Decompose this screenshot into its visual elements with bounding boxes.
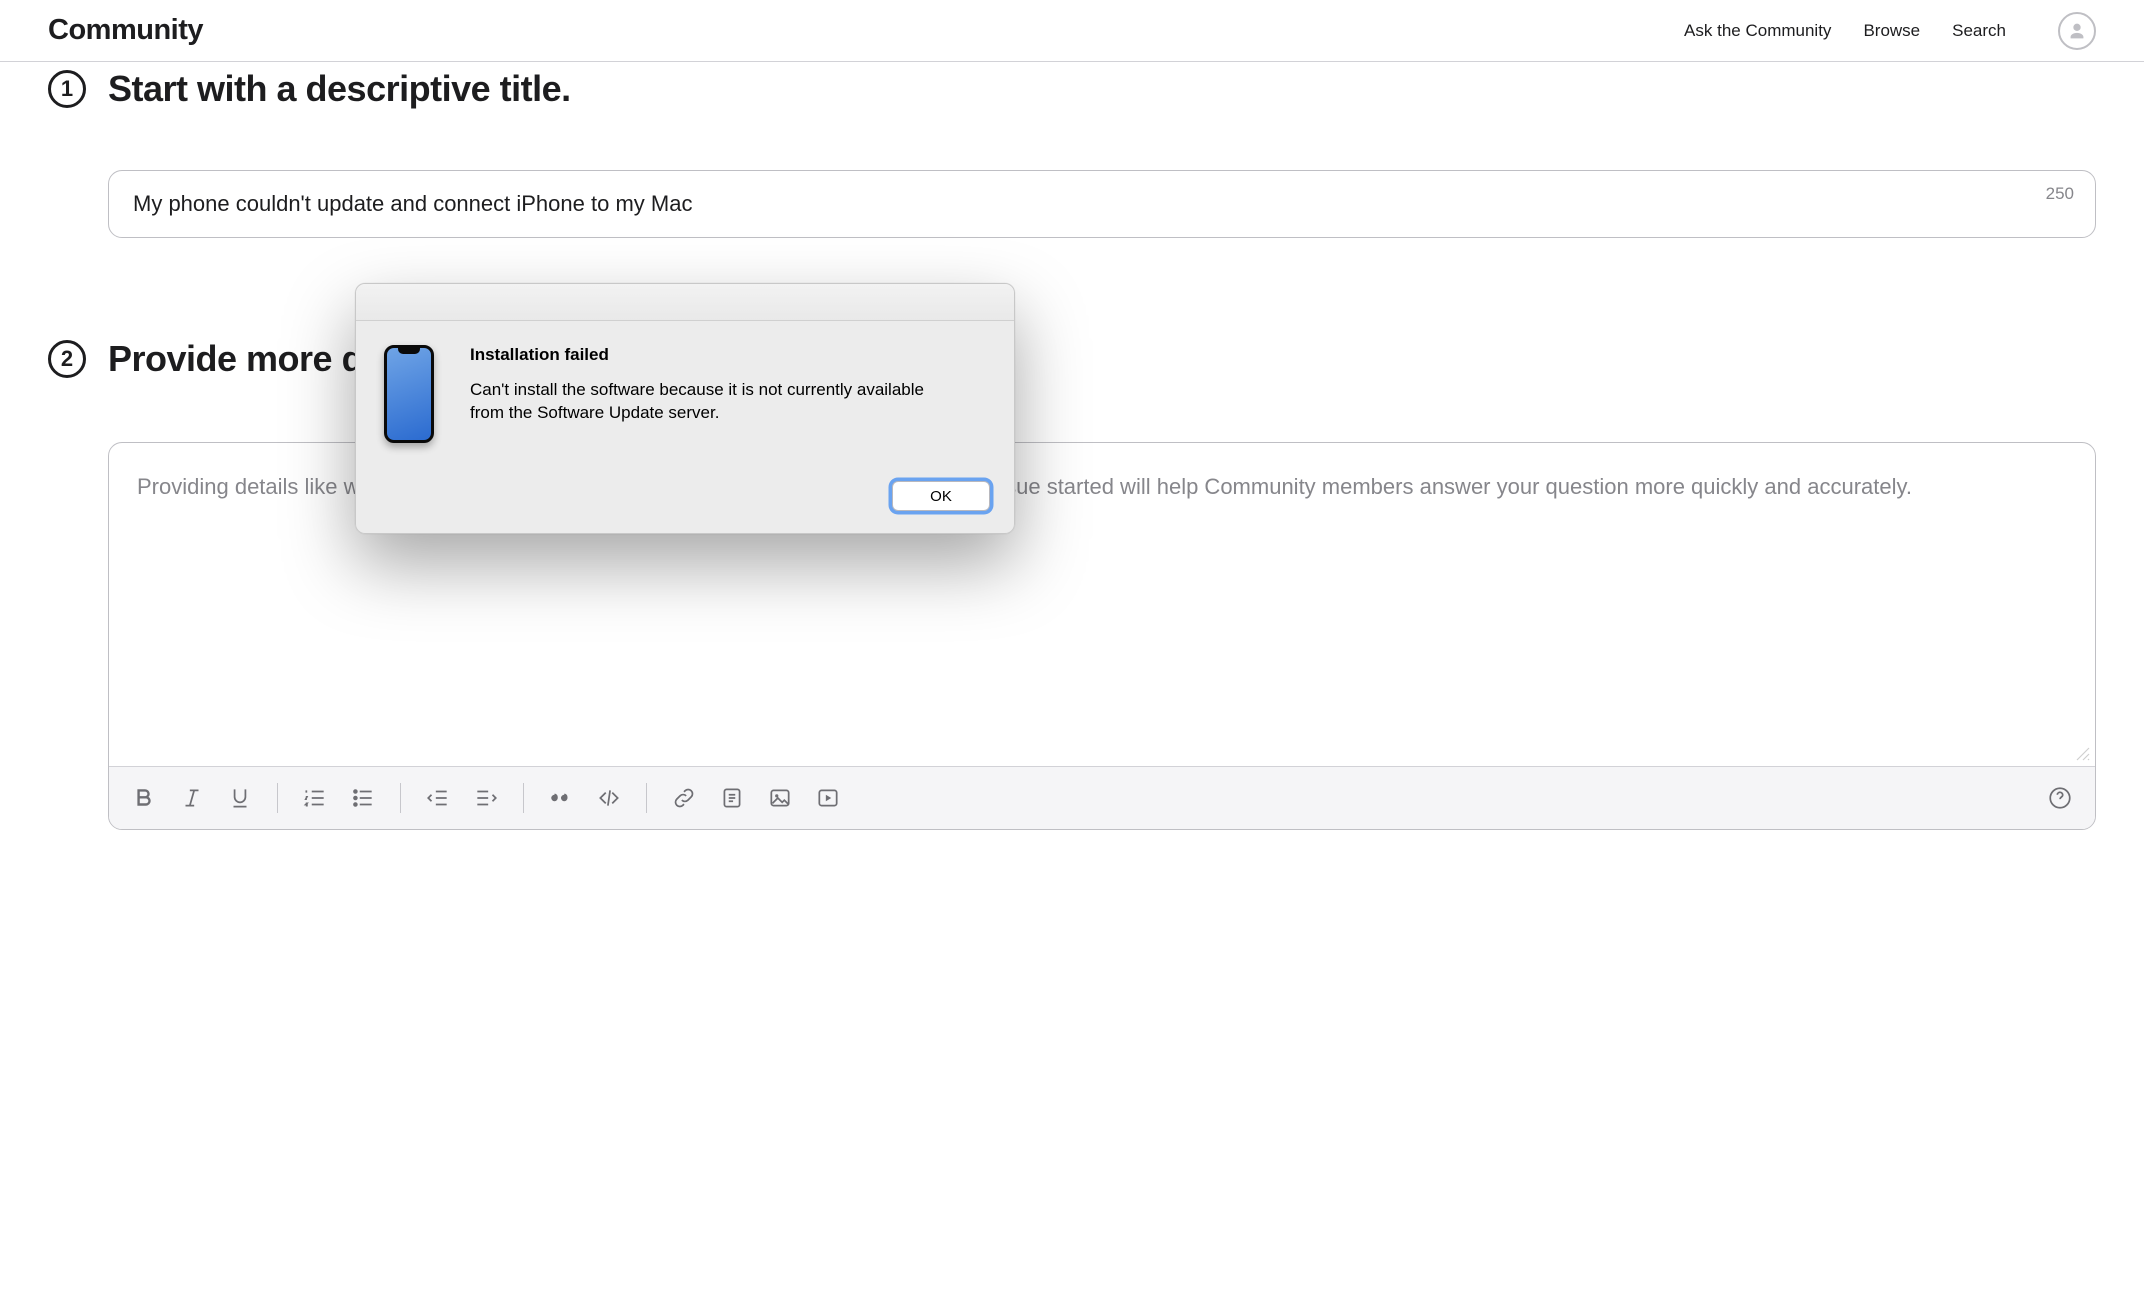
installation-failed-dialog: Installation failed Can't install the so… bbox=[355, 283, 1015, 534]
step1-title: Start with a descriptive title. bbox=[108, 68, 571, 110]
bold-button[interactable] bbox=[127, 781, 161, 815]
toolbar-separator bbox=[400, 783, 401, 813]
indent-icon bbox=[473, 785, 499, 811]
step1-number: 1 bbox=[48, 70, 86, 108]
underline-icon bbox=[227, 785, 253, 811]
brand-title: Community bbox=[48, 14, 203, 47]
unordered-list-button[interactable] bbox=[346, 781, 380, 815]
outdent-icon bbox=[425, 785, 451, 811]
dialog-title: Installation failed bbox=[470, 345, 960, 365]
toolbar-separator bbox=[523, 783, 524, 813]
top-bar: Community Ask the Community Browse Searc… bbox=[0, 0, 2144, 62]
help-button[interactable] bbox=[2043, 781, 2077, 815]
dialog-actions: OK bbox=[356, 463, 1014, 533]
dialog-body: Installation failed Can't install the so… bbox=[356, 321, 1014, 463]
italic-icon bbox=[179, 785, 205, 811]
iphone-icon bbox=[384, 345, 434, 443]
help-icon bbox=[2047, 785, 2073, 811]
question-title-input[interactable] bbox=[108, 170, 2096, 238]
title-field-wrap: 250 bbox=[108, 170, 2096, 238]
unordered-list-icon bbox=[350, 785, 376, 811]
note-icon bbox=[719, 785, 745, 811]
underline-button[interactable] bbox=[223, 781, 257, 815]
quote-button[interactable] bbox=[544, 781, 578, 815]
image-button[interactable] bbox=[763, 781, 797, 815]
top-nav: Ask the Community Browse Search bbox=[1684, 12, 2096, 50]
user-avatar[interactable] bbox=[2058, 12, 2096, 50]
dialog-message: Can't install the software because it is… bbox=[470, 379, 960, 425]
link-icon bbox=[671, 785, 697, 811]
toolbar-separator bbox=[277, 783, 278, 813]
outdent-button[interactable] bbox=[421, 781, 455, 815]
step2-number: 2 bbox=[48, 340, 86, 378]
indent-button[interactable] bbox=[469, 781, 503, 815]
dialog-text: Installation failed Can't install the so… bbox=[470, 345, 960, 443]
main-content: 1 Start with a descriptive title. 250 2 … bbox=[0, 68, 2144, 890]
italic-button[interactable] bbox=[175, 781, 209, 815]
ok-button[interactable]: OK bbox=[892, 481, 990, 511]
code-button[interactable] bbox=[592, 781, 626, 815]
dialog-titlebar[interactable] bbox=[356, 284, 1014, 321]
toolbar-separator bbox=[646, 783, 647, 813]
char-remaining: 250 bbox=[2046, 184, 2074, 204]
ordered-list-icon bbox=[302, 785, 328, 811]
ordered-list-button[interactable] bbox=[298, 781, 332, 815]
step1-header: 1 Start with a descriptive title. bbox=[48, 68, 2096, 110]
bold-icon bbox=[131, 785, 157, 811]
quote-icon bbox=[548, 785, 574, 811]
nav-ask-community[interactable]: Ask the Community bbox=[1684, 21, 1831, 41]
resize-handle-icon[interactable] bbox=[2075, 746, 2091, 762]
note-button[interactable] bbox=[715, 781, 749, 815]
image-icon bbox=[767, 785, 793, 811]
video-button[interactable] bbox=[811, 781, 845, 815]
video-icon bbox=[815, 785, 841, 811]
person-icon bbox=[2066, 20, 2088, 42]
nav-search[interactable]: Search bbox=[1952, 21, 2006, 41]
link-button[interactable] bbox=[667, 781, 701, 815]
editor-toolbar bbox=[109, 766, 2095, 829]
code-icon bbox=[596, 785, 622, 811]
nav-browse[interactable]: Browse bbox=[1863, 21, 1920, 41]
